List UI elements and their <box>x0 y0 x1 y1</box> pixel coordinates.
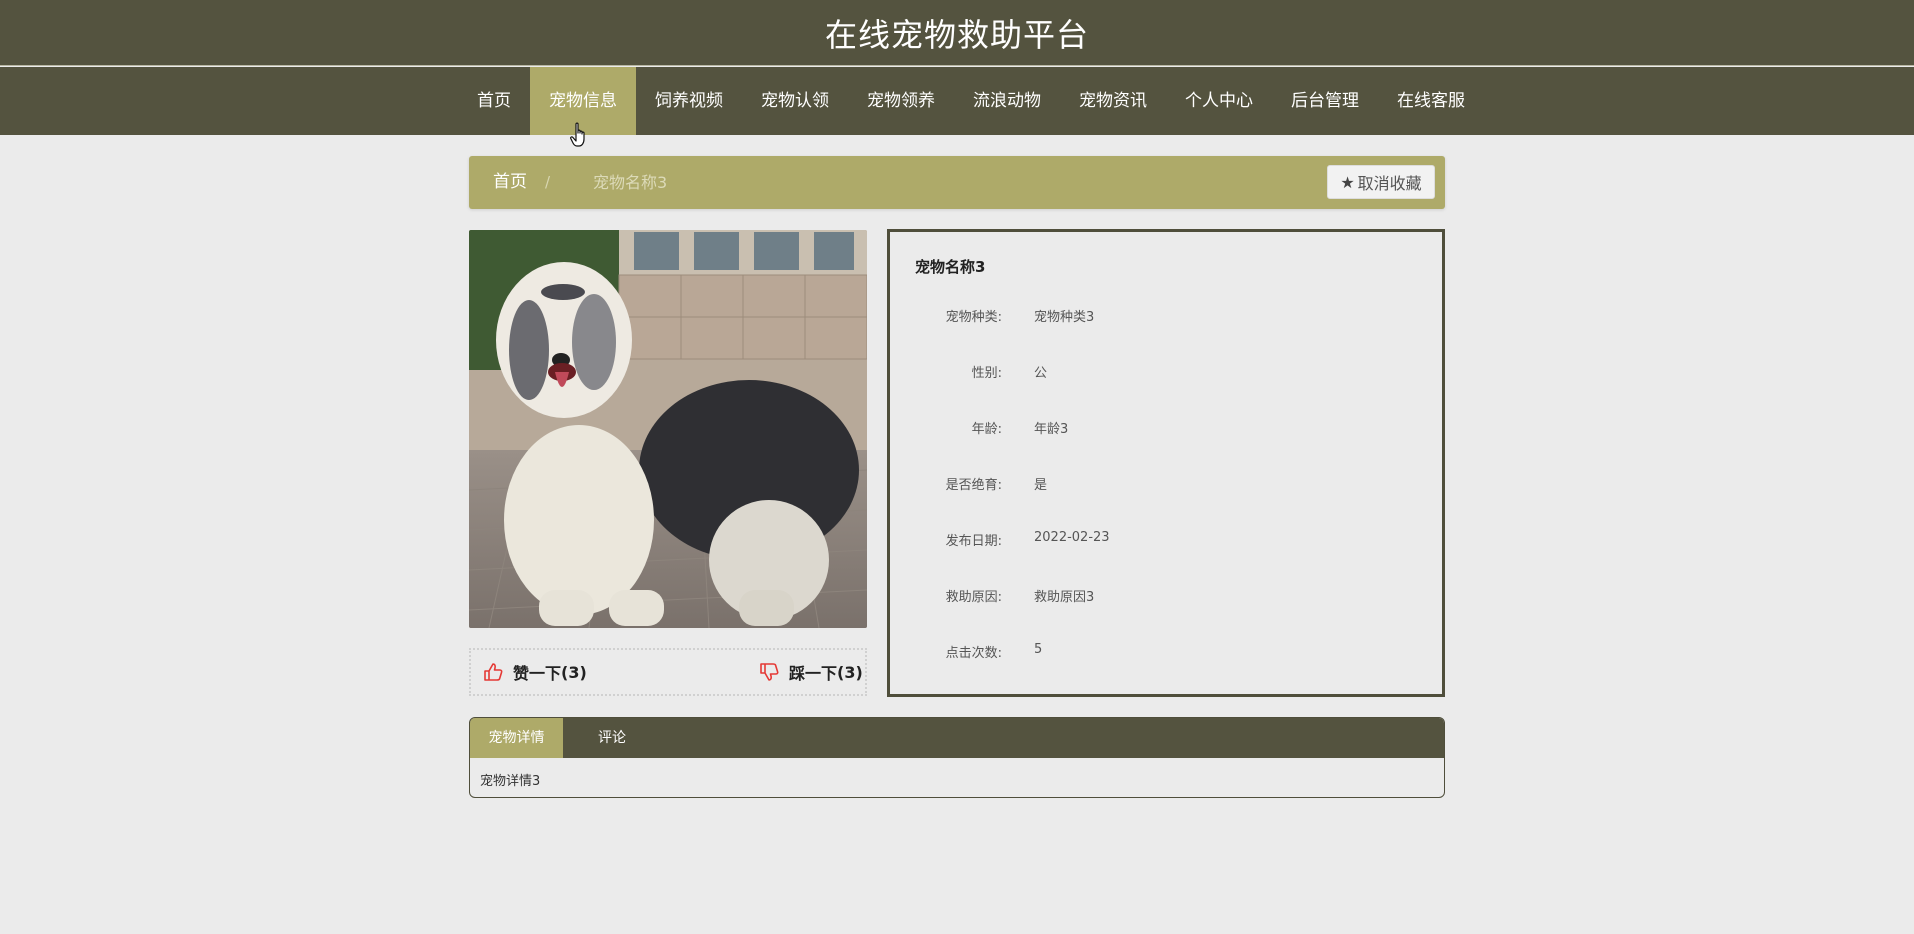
like-button[interactable]: 赞一下 (3) <box>483 650 587 694</box>
info-label: 是否绝育: <box>945 478 1002 493</box>
info-label: 发布日期: <box>945 534 1002 549</box>
info-value: 是 <box>1034 478 1048 493</box>
thumbs-down-icon <box>760 663 779 681</box>
nav-list: 首页 宠物信息 饲养视频 宠物认领 宠物领养 流浪动物 宠物资讯 个人中心 后台… <box>458 67 1484 135</box>
nav-item-stray-animals[interactable]: 流浪动物 <box>954 67 1060 135</box>
info-value: 2022-02-23 <box>1034 530 1110 545</box>
info-row-age: 年龄: 年龄3 <box>890 418 1442 438</box>
star-icon: ★ <box>1340 172 1355 192</box>
detail-tabs-card: 宠物详情 评论 宠物详情3 <box>469 717 1445 798</box>
breadcrumb-current: 宠物名称3 <box>593 173 668 192</box>
nav-item-home[interactable]: 首页 <box>458 67 530 135</box>
info-row-species: 宠物种类: 宠物种类3 <box>890 306 1442 326</box>
hand-cursor-icon <box>570 122 585 147</box>
info-value: 宠物种类3 <box>1034 310 1095 325</box>
info-value: 年龄3 <box>1034 422 1069 437</box>
breadcrumb: 首页 / 宠物名称3 ★ 取消收藏 <box>469 156 1445 209</box>
breadcrumb-separator: / <box>545 173 551 191</box>
tab-header: 宠物详情 评论 <box>470 718 1444 758</box>
unfavorite-button[interactable]: ★ 取消收藏 <box>1327 165 1435 199</box>
info-label: 宠物种类: <box>945 310 1002 325</box>
nav-item-personal-center[interactable]: 个人中心 <box>1166 67 1272 135</box>
nav-item-pet-claim[interactable]: 宠物认领 <box>742 67 848 135</box>
nav-item-admin[interactable]: 后台管理 <box>1272 67 1378 135</box>
info-value: 5 <box>1034 642 1043 657</box>
site-title: 在线宠物救助平台 <box>824 15 1089 54</box>
pet-photo <box>469 230 867 628</box>
info-row-gender: 性别: 公 <box>890 362 1442 382</box>
like-label: 赞一下 <box>513 664 562 683</box>
info-label: 年龄: <box>971 422 1002 437</box>
nav-item-pet-news[interactable]: 宠物资讯 <box>1060 67 1166 135</box>
tab-comments[interactable]: 评论 <box>580 718 644 758</box>
tab-pet-details[interactable]: 宠物详情 <box>470 718 563 758</box>
info-value: 公 <box>1034 366 1048 381</box>
main-nav: 首页 宠物信息 饲养视频 宠物认领 宠物领养 流浪动物 宠物资讯 个人中心 后台… <box>0 67 1914 135</box>
nav-item-pet-adoption[interactable]: 宠物领养 <box>848 67 954 135</box>
dislike-count: (3) <box>837 662 863 682</box>
pet-name-title: 宠物名称3 <box>915 258 986 276</box>
tab-content: 宠物详情3 <box>480 774 541 789</box>
thumbs-up-icon <box>484 663 503 681</box>
like-count: (3) <box>561 662 587 682</box>
breadcrumb-home-link[interactable]: 首页 <box>493 156 527 209</box>
unfavorite-button-label: 取消收藏 <box>1357 174 1422 193</box>
info-row-rescue-reason: 救助原因: 救助原因3 <box>890 586 1442 606</box>
info-label: 性别: <box>971 366 1002 381</box>
dislike-label: 踩一下 <box>789 664 838 683</box>
info-value: 救助原因3 <box>1034 590 1095 605</box>
site-header: 在线宠物救助平台 <box>0 0 1914 66</box>
info-row-neutered: 是否绝育: 是 <box>890 474 1442 494</box>
nav-item-customer-service[interactable]: 在线客服 <box>1378 67 1484 135</box>
info-row-publish-date: 发布日期: 2022-02-23 <box>890 530 1442 550</box>
nav-item-feeding-videos[interactable]: 饲养视频 <box>636 67 742 135</box>
pet-info-panel: 宠物名称3 宠物种类: 宠物种类3 性别: 公 年龄: 年龄3 是否绝育: 是 … <box>887 229 1445 697</box>
vote-box: 赞一下 (3) 踩一下 (3) <box>469 648 867 696</box>
info-row-click-count: 点击次数: 5 <box>890 642 1442 662</box>
dislike-button[interactable]: 踩一下 (3) <box>759 650 863 694</box>
info-label: 点击次数: <box>945 646 1002 661</box>
info-label: 救助原因: <box>945 590 1002 605</box>
